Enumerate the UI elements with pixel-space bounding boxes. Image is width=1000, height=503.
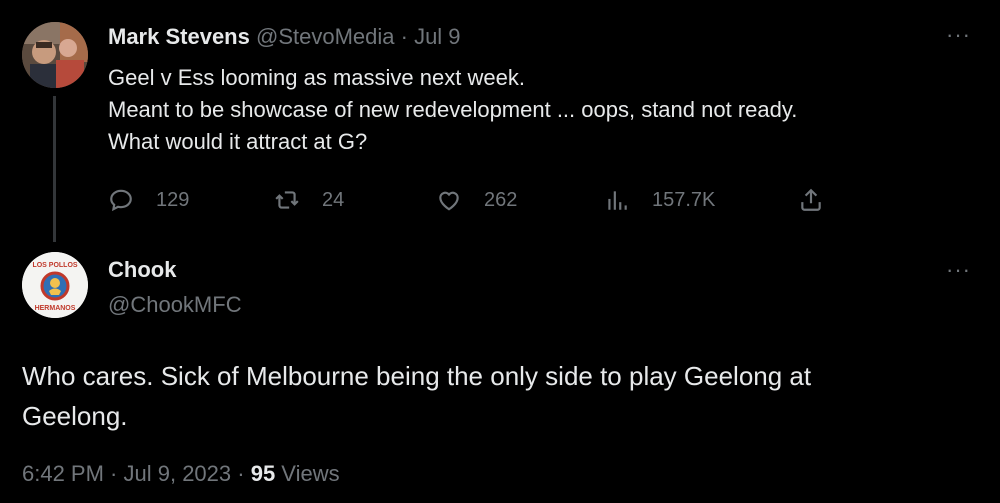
retweet-icon	[275, 191, 299, 209]
reply-count: 129	[156, 188, 190, 211]
tweet-timestamp-footer: 6:42 PM · Jul 9, 2023 · 95 Views	[22, 461, 340, 487]
author-name[interactable]: Chook	[108, 257, 176, 283]
parent-tweet-header: Mark Stevens @StevoMedia · Jul 9	[108, 24, 461, 50]
tweet-text-line: Who cares. Sick of Melbourne being the o…	[22, 361, 812, 391]
views-label[interactable]: Views	[275, 461, 339, 486]
tweet-text-line: Geelong.	[22, 401, 128, 431]
avatar-photo-icon	[22, 22, 88, 88]
author-name[interactable]: Mark Stevens	[108, 24, 250, 49]
retweet-button[interactable]: 24	[274, 182, 344, 218]
author-handle[interactable]: @ChookMFC	[108, 292, 242, 318]
main-tweet-text: Who cares. Sick of Melbourne being the o…	[22, 356, 982, 436]
retweet-count: 24	[322, 188, 345, 211]
avatar-mark-stevens[interactable]	[22, 22, 88, 88]
meta-separator: ·	[394, 24, 415, 49]
share-icon	[801, 188, 821, 211]
share-button[interactable]	[798, 182, 824, 218]
more-icon[interactable]: ···	[946, 257, 971, 283]
reply-button[interactable]: 129	[108, 182, 189, 218]
view-count: 157.7K	[652, 188, 716, 211]
like-button[interactable]: 262	[436, 182, 517, 218]
like-count: 262	[484, 188, 518, 211]
tweet-date[interactable]: Jul 9, 2023	[124, 461, 232, 486]
parent-tweet-text: Geel v Ess looming as massive next week.…	[108, 62, 797, 158]
more-icon[interactable]: ···	[946, 22, 971, 48]
los-pollos-logo-icon: LOS POLLOS HERMANOS	[22, 252, 88, 318]
tweet-time[interactable]: 6:42 PM	[22, 461, 104, 486]
logo-bottom-text: HERMANOS	[35, 305, 76, 312]
tweet-text-line: Meant to be showcase of new redevelopmen…	[108, 97, 798, 122]
thread-line	[53, 96, 56, 242]
like-icon	[439, 191, 459, 211]
reply-icon	[110, 189, 132, 212]
tweet-text-line: What would it attract at G?	[108, 129, 368, 154]
meta-separator: ·	[231, 461, 251, 486]
tweet-actions-bar: 129 24 262 157.7K	[108, 182, 838, 218]
author-handle[interactable]: @StevoMedia	[256, 24, 395, 49]
avatar-chook[interactable]: LOS POLLOS HERMANOS	[22, 252, 88, 318]
views-button[interactable]: 157.7K	[604, 182, 715, 218]
views-icon	[608, 191, 627, 210]
tweet-date[interactable]: Jul 9	[414, 24, 460, 49]
view-count[interactable]: 95	[251, 461, 275, 486]
meta-separator: ·	[103, 461, 124, 486]
parent-tweet[interactable]: Mark Stevens @StevoMedia · Jul 9 ··· Gee…	[0, 0, 1000, 242]
tweet-text-line: Geel v Ess looming as massive next week.	[108, 65, 525, 90]
logo-top-text: LOS POLLOS	[32, 262, 77, 269]
